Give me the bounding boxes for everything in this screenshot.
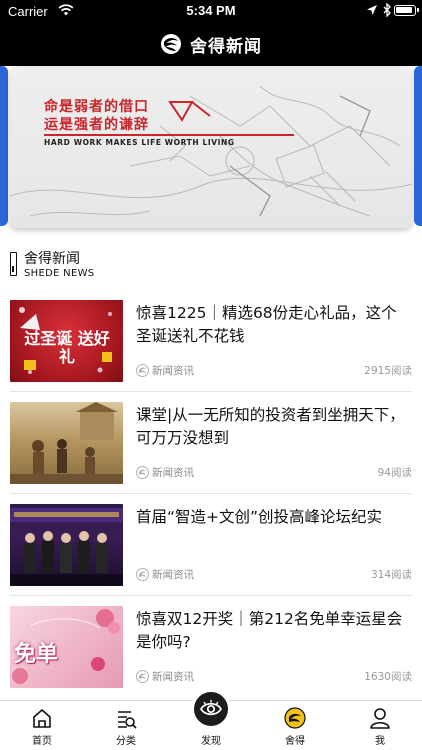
section-title: 舍得新闻 (24, 251, 80, 267)
section-marker-icon (10, 252, 17, 276)
shede-logo-icon (161, 34, 181, 54)
news-item[interactable]: 课堂|从一无所知的投资者到坐拥天下，可万万没想到 新闻资讯 94阅读 (0, 392, 422, 494)
nav-title-bar: 舍得新闻 (0, 28, 422, 60)
next-slide-peek[interactable] (414, 66, 422, 226)
prev-slide-peek[interactable] (0, 66, 8, 226)
tab-me[interactable]: 我 (338, 701, 422, 750)
thumbnail-caption: 免单 (14, 642, 59, 667)
source-logo-icon (136, 466, 149, 479)
news-source: 新闻资讯 (152, 671, 194, 683)
tab-shede[interactable]: 舍得 (253, 701, 337, 750)
top-bar: Carrier 5:34 PM 舍得新闻 (0, 0, 422, 66)
tab-label: 发现 (201, 736, 221, 747)
news-headline[interactable]: 课堂|从一无所知的投资者到坐拥天下，可万万没想到 (136, 404, 412, 450)
bottom-tab-bar: 首页 分类 发现 舍得 我 (0, 689, 422, 750)
news-thumbnail: 免单 (10, 606, 123, 688)
tab-label: 分类 (116, 736, 136, 747)
read-count: 314阅读 (370, 569, 412, 581)
news-item[interactable]: 免单 惊喜双12开奖｜第212名免单幸运星会是你吗? 新闻资讯 1630阅读 (0, 596, 422, 698)
banner-carousel[interactable]: 命是弱者的借口 运是强者的谦辞 HARD WORK MAKES LIFE WOR… (0, 66, 422, 232)
source-logo-icon (136, 364, 149, 377)
news-item[interactable]: 首届“智造+文创”创投高峰论坛纪实 新闻资讯 314阅读 (0, 494, 422, 596)
clock: 5:34 PM (186, 3, 236, 18)
banner-headline-2: 运是强者的谦辞 (44, 117, 149, 133)
news-thumbnail (10, 504, 123, 586)
user-profile-icon (370, 708, 390, 729)
status-bar: Carrier 5:34 PM (0, 0, 422, 22)
page-title: 舍得新闻 (190, 36, 262, 57)
news-source: 新闻资讯 (152, 569, 194, 581)
shede-tab-icon (284, 707, 306, 729)
source-logo-icon (136, 670, 149, 683)
banner-slogan: HARD WORK MAKES LIFE WORTH LIVING (44, 138, 235, 147)
home-icon (33, 709, 51, 728)
banner-sketch-illustration (10, 85, 412, 217)
thumbnail-caption: 过圣诞 送好礼 (24, 329, 110, 366)
news-source: 新闻资讯 (152, 467, 194, 479)
read-count: 1630阅读 (364, 671, 412, 683)
banner-divider (44, 134, 294, 136)
tab-discover[interactable]: 发现 (169, 689, 253, 750)
news-item[interactable]: 过圣诞 送好礼 惊喜1225｜精选68份走心礼品，这个圣诞送礼不花钱 新闻资讯 … (0, 290, 422, 392)
news-headline[interactable]: 惊喜双12开奖｜第212名免单幸运星会是你吗? (136, 608, 412, 654)
tab-home[interactable]: 首页 (0, 701, 84, 750)
discover-bubble[interactable] (191, 689, 231, 729)
eye-discover-icon (200, 700, 222, 716)
read-count: 94阅读 (377, 467, 412, 479)
tab-label: 我 (375, 736, 385, 747)
news-headline[interactable]: 首届“智造+文创”创投高峰论坛纪实 (136, 506, 412, 529)
battery-icon (394, 5, 419, 16)
banner-slide[interactable]: 命是弱者的借口 运是强者的谦辞 HARD WORK MAKES LIFE WOR… (10, 66, 412, 228)
news-source: 新闻资讯 (152, 365, 194, 377)
news-thumbnail (10, 402, 123, 484)
forum-stage-photo-graphic (10, 508, 123, 586)
tab-category[interactable]: 分类 (84, 701, 168, 750)
bluetooth-icon (383, 3, 391, 17)
tab-label: 舍得 (285, 736, 305, 747)
section-subtitle: SHEDE NEWS (24, 268, 95, 279)
news-thumbnail: 过圣诞 送好礼 (10, 300, 123, 382)
news-headline[interactable]: 惊喜1225｜精选68份走心礼品，这个圣诞送礼不花钱 (136, 302, 412, 348)
tab-label: 首页 (32, 736, 52, 747)
source-logo-icon (136, 568, 149, 581)
location-arrow-icon (367, 5, 377, 15)
category-list-icon (118, 711, 137, 729)
banner-headline-1: 命是弱者的借口 (44, 99, 149, 115)
historical-scene-graphic (10, 402, 123, 484)
read-count: 2915阅读 (364, 365, 412, 377)
